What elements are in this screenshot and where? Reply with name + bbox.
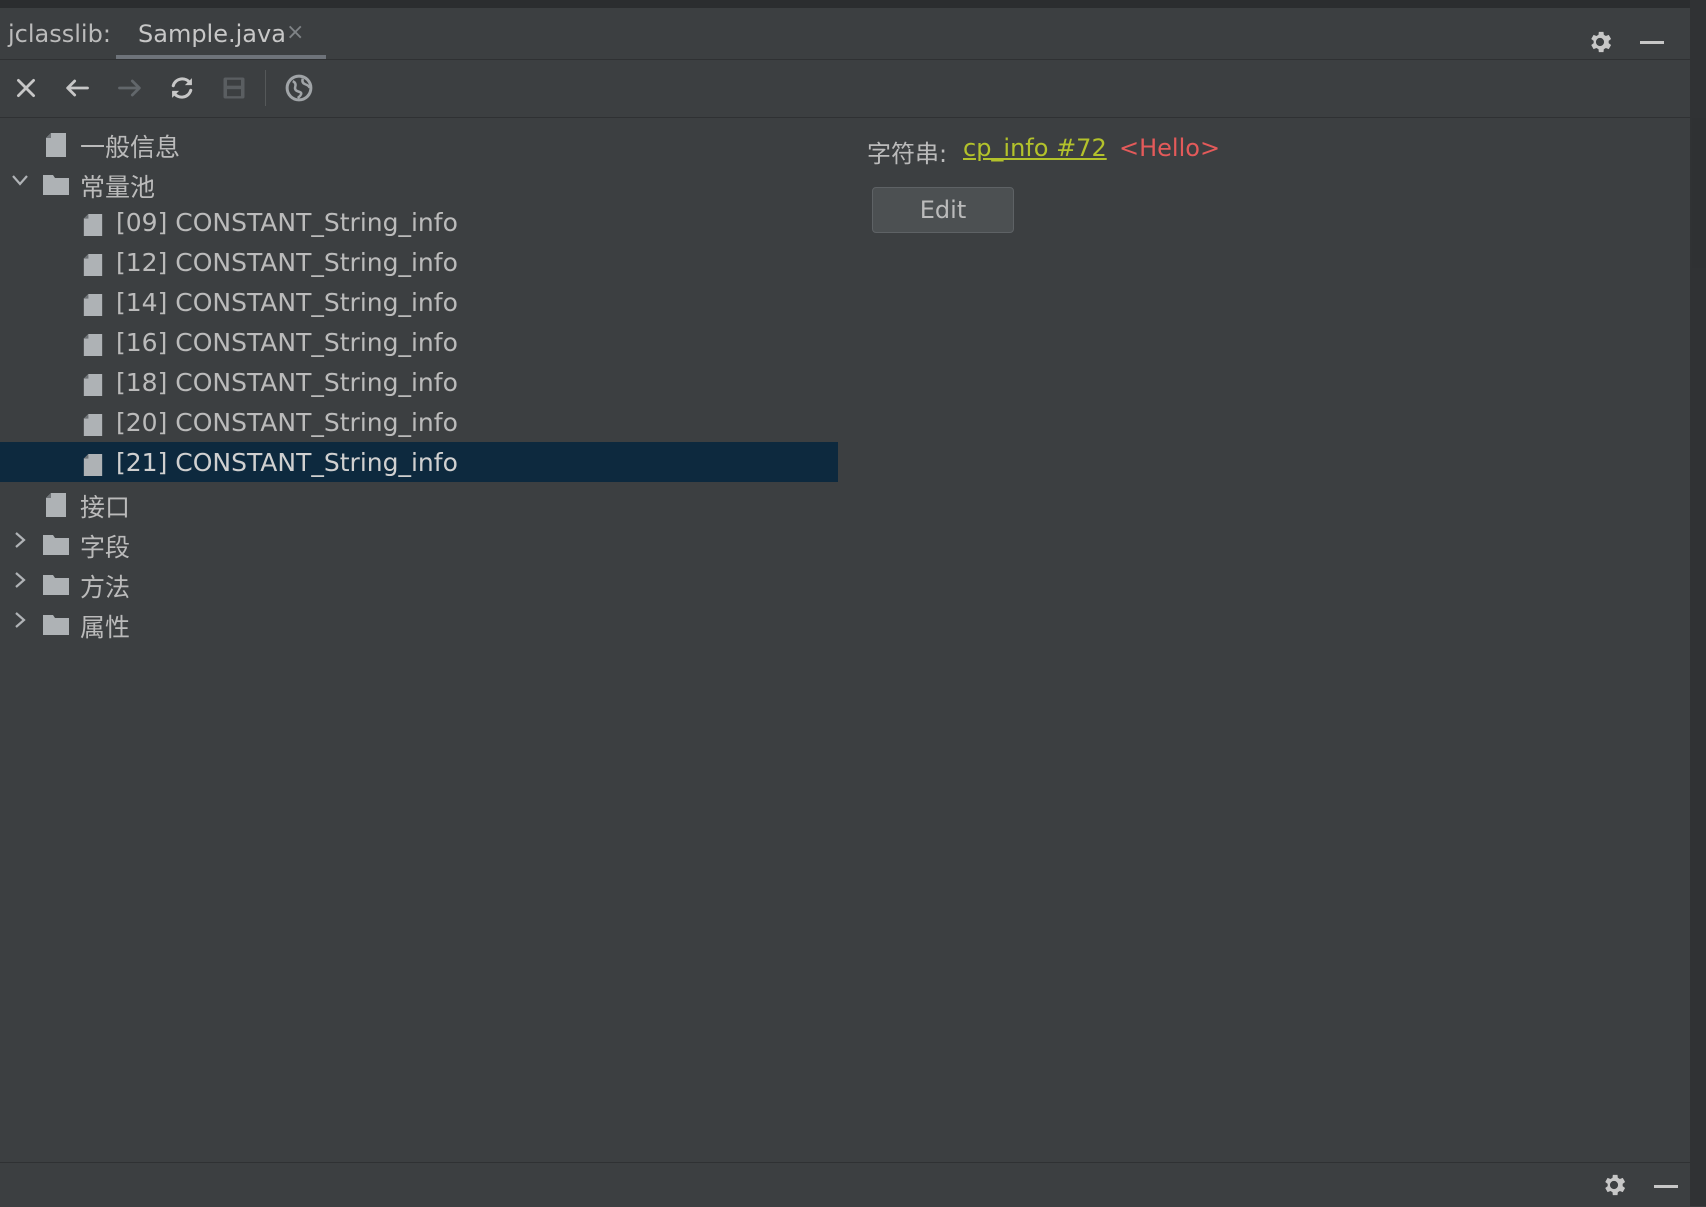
gear-icon[interactable] [1586,28,1614,56]
folder-icon [43,615,69,635]
app-label: jclasslib: [8,20,111,48]
tree-item-fields[interactable]: 字段 [0,522,838,562]
folder-icon [43,175,69,195]
chevron-down-icon[interactable] [10,170,30,190]
edit-button[interactable]: Edit [872,187,1014,233]
folder-icon [43,535,69,555]
file-icon [83,294,103,316]
bottom-bar [0,1162,1690,1207]
tree-item-label: [21] CONSTANT_String_info [116,448,458,477]
tree-item-methods[interactable]: 方法 [0,562,838,602]
tree-item-label: [09] CONSTANT_String_info [116,208,458,237]
tree-item-label: [12] CONSTANT_String_info [116,248,458,277]
tree-item-label: 字段 [80,533,131,562]
tree-item-label: 方法 [80,573,131,602]
tree-item-label: 一般信息 [80,133,181,162]
folder-icon [43,575,69,595]
tab-close-icon[interactable]: × [286,20,304,45]
tree-item-label: 属性 [80,613,131,642]
tree-item-constant-14[interactable]: [14] CONSTANT_String_info [0,282,838,322]
tree-item-interfaces[interactable]: 接口 [0,482,838,522]
tree-item-constant-18[interactable]: [18] CONSTANT_String_info [0,362,838,402]
chevron-right-icon[interactable] [10,530,30,550]
file-icon [83,454,103,476]
tree-item-label: [20] CONSTANT_String_info [116,408,458,437]
scrollbar-thumb[interactable] [1692,118,1706,268]
tree-item-constant-16[interactable]: [16] CONSTANT_String_info [0,322,838,362]
cp-info-link[interactable]: cp_info #72 [963,134,1107,162]
file-icon [83,374,103,396]
minimize-icon[interactable] [1640,41,1664,44]
web-button[interactable] [281,70,317,106]
tab-bar: jclasslib: Sample.java × [0,8,1690,60]
tree-item-label: [14] CONSTANT_String_info [116,288,458,317]
tab-sample-java[interactable]: Sample.java × [116,8,326,59]
refresh-icon [171,77,193,99]
minimize-icon[interactable] [1654,1185,1678,1188]
tree-item-label: 接口 [80,493,131,522]
file-icon [83,214,103,236]
web-icon [285,74,313,102]
tree-item-constant-09[interactable]: [09] CONSTANT_String_info [0,202,838,242]
tree-item-constant-pool[interactable]: 常量池 [0,162,838,202]
refresh-button[interactable] [164,70,200,106]
tree-item-constant-12[interactable]: [12] CONSTANT_String_info [0,242,838,282]
file-icon [83,334,103,356]
tree-item-label: [18] CONSTANT_String_info [116,368,458,397]
close-button[interactable] [8,70,44,106]
back-button[interactable] [59,70,95,106]
forward-arrow-icon [118,79,141,97]
file-icon [46,493,66,517]
toolbar [0,60,1690,118]
tree-item-label: 常量池 [80,173,156,202]
gear-icon[interactable] [1600,1171,1628,1199]
file-icon [83,254,103,276]
tree-item-general-info[interactable]: 一般信息 [0,122,838,162]
detail-panel: 字符串: cp_info #72 <Hello> Edit [839,118,1690,1160]
chevron-right-icon[interactable] [10,570,30,590]
tree-item-constant-21[interactable]: [21] CONSTANT_String_info [0,442,838,482]
tree-item-attributes[interactable]: 属性 [0,602,838,642]
save-icon [223,77,245,99]
back-arrow-icon [66,79,89,97]
file-icon [83,414,103,436]
close-icon [17,79,35,97]
chevron-right-icon[interactable] [10,610,30,630]
class-tree: 一般信息 常量池 [09] CONSTANT_String_info [12] … [0,118,838,1160]
toolbar-separator [265,70,266,106]
file-icon [46,133,66,157]
string-field-label: 字符串: [867,140,948,168]
tab-active-indicator [116,55,326,59]
forward-button[interactable] [112,70,148,106]
string-value: <Hello> [1119,134,1221,162]
tab-title[interactable]: Sample.java [138,20,286,48]
save-button[interactable] [216,70,252,106]
tree-item-constant-20[interactable]: [20] CONSTANT_String_info [0,402,838,442]
tree-item-label: [16] CONSTANT_String_info [116,328,458,357]
